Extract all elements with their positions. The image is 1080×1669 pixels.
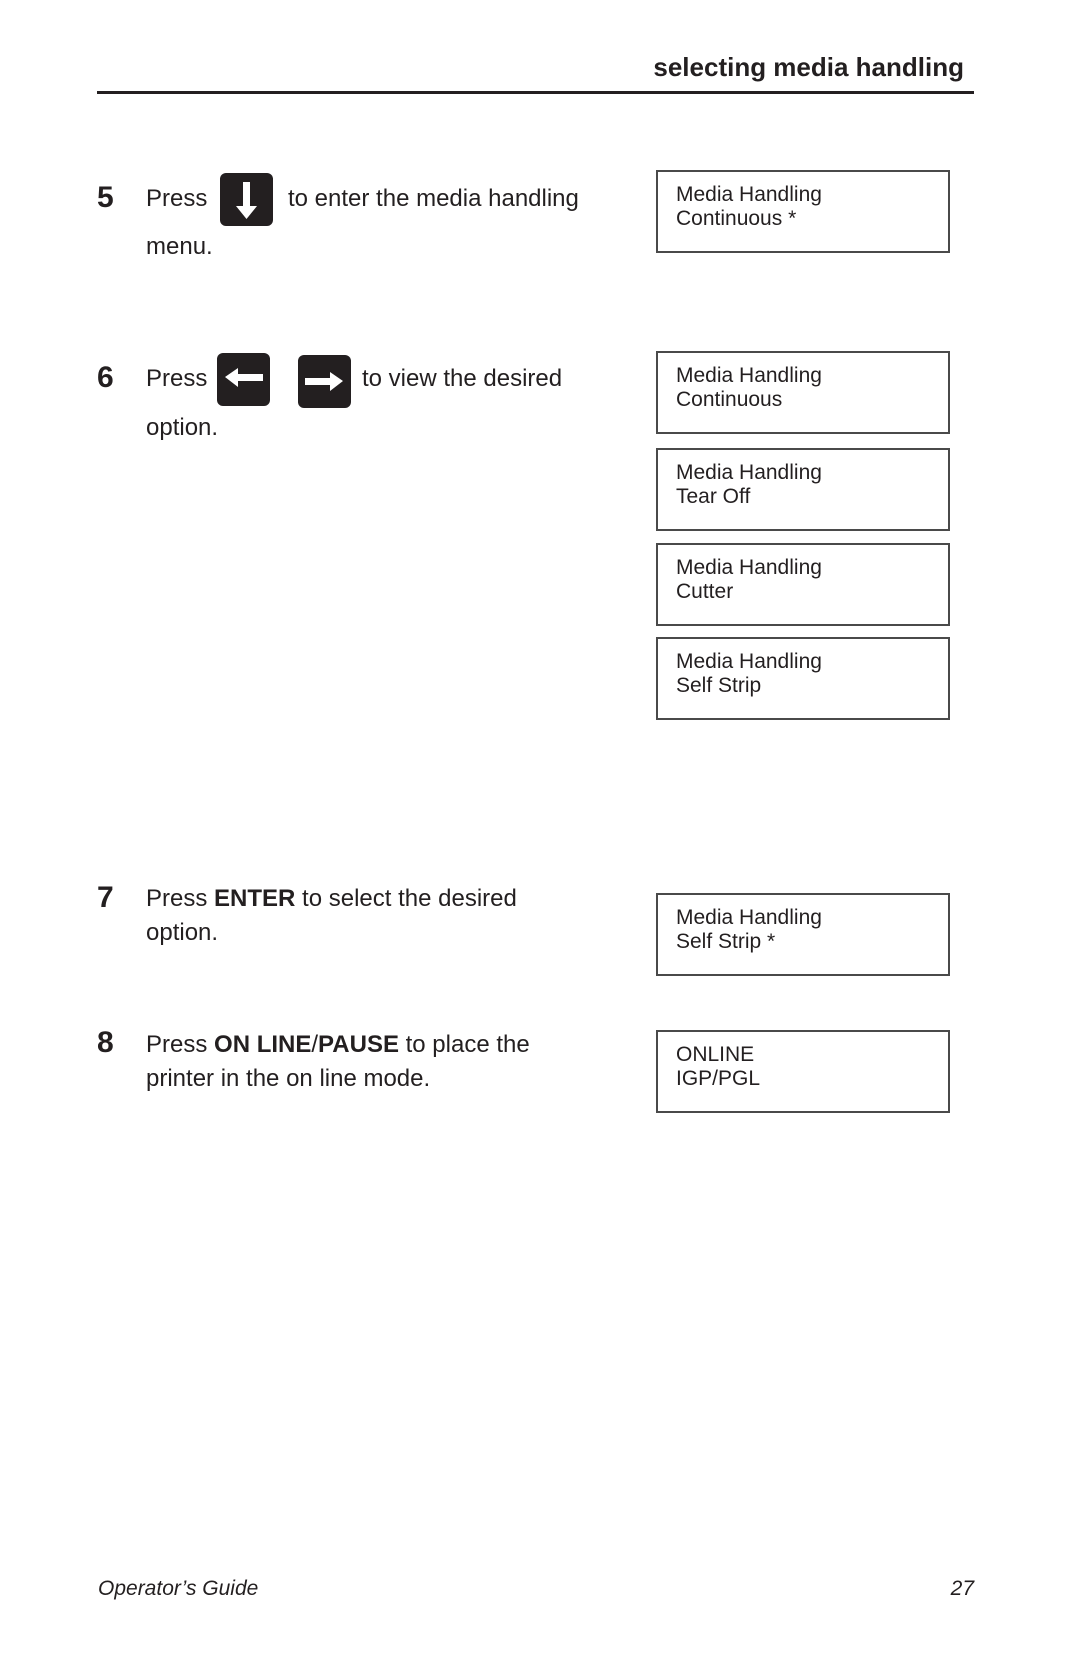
step-number-8: 8 <box>97 1026 114 1059</box>
lcd-line-1: Media Handling <box>676 906 822 929</box>
lcd-line-1: Media Handling <box>676 556 822 579</box>
step-5-text: to enter the media handling <box>288 185 579 212</box>
lcd-line-1: Media Handling <box>676 183 822 206</box>
footer-guide-title: Operator’s Guide <box>98 1577 259 1600</box>
lcd-line-1: Media Handling <box>676 650 822 673</box>
step-6-text: to view the desired <box>362 365 563 392</box>
page-number: 27 <box>950 1577 974 1600</box>
step-8-suffix: to place the <box>405 1031 530 1058</box>
lcd-line-2: Tear Off <box>676 485 751 508</box>
step-5-text-line2: menu. <box>146 233 213 260</box>
lcd-display-tear-off: Media Handling Tear Off <box>656 448 950 531</box>
left-arrow-key-icon <box>217 353 270 406</box>
step-7-prefix: Press <box>146 885 208 912</box>
down-arrow-key-icon <box>220 173 273 226</box>
step-6-text-line2: option. <box>146 414 219 441</box>
lcd-line-2: Self Strip <box>676 674 762 697</box>
lcd-display-self-strip: Media Handling Self Strip <box>656 637 950 720</box>
step-7-text: Press ENTER to select the desired <box>146 882 517 916</box>
pause-key-label: PAUSE <box>318 1031 399 1058</box>
step-7-suffix: to select the desired <box>302 885 517 912</box>
lcd-line-2: IGP/PGL <box>676 1067 761 1090</box>
step-7-text-line2: option. <box>146 919 219 946</box>
step-number-6: 6 <box>97 361 114 394</box>
step-6-prefix: Press <box>146 365 208 392</box>
lcd-line-2: Self Strip * <box>676 930 776 953</box>
step-8-text-line2: printer in the on line mode. <box>146 1065 431 1092</box>
page-header-title: selecting media handling <box>653 52 964 82</box>
lcd-line-2: Continuous <box>676 388 783 411</box>
step-8-prefix: Press <box>146 1031 208 1058</box>
lcd-line-2: Cutter <box>676 580 734 603</box>
enter-key-label: ENTER <box>214 885 296 912</box>
lcd-display-online: ONLINE IGP/PGL <box>656 1030 950 1113</box>
lcd-line-1: Media Handling <box>676 364 822 387</box>
lcd-line-1: ONLINE <box>676 1043 755 1066</box>
step-5-prefix: Press <box>146 185 208 212</box>
step-number-5: 5 <box>97 181 114 214</box>
lcd-display-continuous-selected: Media Handling Continuous * <box>656 170 950 253</box>
right-arrow-key-icon <box>298 355 351 408</box>
header-rule <box>97 91 974 94</box>
lcd-display-cutter: Media Handling Cutter <box>656 543 950 626</box>
lcd-line-1: Media Handling <box>676 461 822 484</box>
step-8-text: Press ON LINE/PAUSE to place the <box>146 1028 530 1062</box>
lcd-display-continuous: Media Handling Continuous <box>656 351 950 434</box>
lcd-line-2: Continuous * <box>676 207 797 230</box>
lcd-display-self-strip-selected: Media Handling Self Strip * <box>656 893 950 976</box>
online-key-label: ON LINE <box>214 1031 312 1058</box>
step-number-7: 7 <box>97 881 114 914</box>
